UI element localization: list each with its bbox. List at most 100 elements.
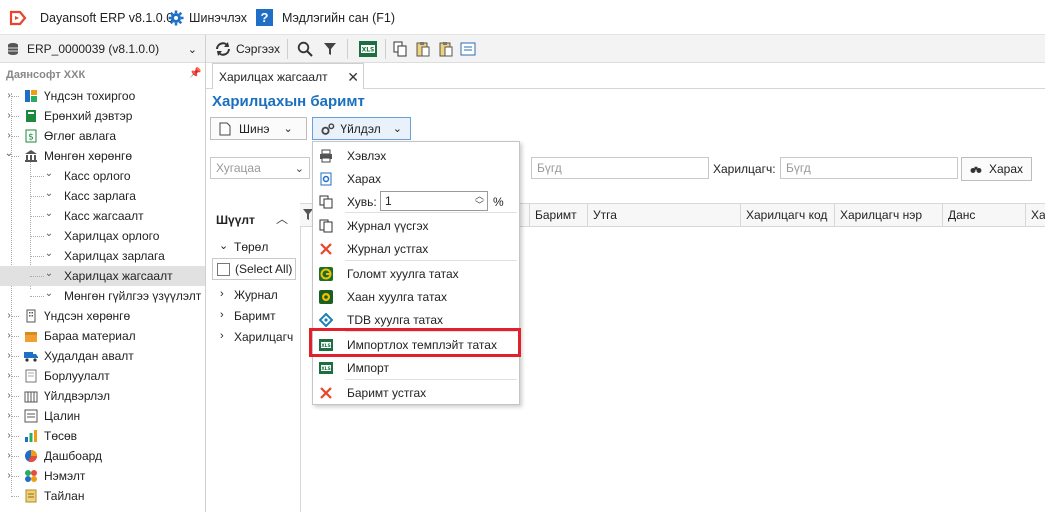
- sidebar-item[interactable]: ⌄ Харилцах зарлага: [0, 246, 205, 266]
- menu-item[interactable]: Журнал үүсгэх: [313, 215, 519, 237]
- menu-item[interactable]: Хэвлэх: [313, 145, 519, 167]
- menu-item-label: Баримт устгах: [347, 386, 427, 400]
- chevron-down-icon[interactable]: ⌄: [44, 248, 54, 259]
- svg-text:$: $: [28, 133, 34, 143]
- tab-bank-list[interactable]: Харилцах жагсаалт ✕: [212, 63, 364, 89]
- chevron-up-icon[interactable]: ︿: [276, 210, 288, 227]
- new-button[interactable]: Шинэ ⌄: [210, 117, 307, 140]
- select-all-option[interactable]: (Select All): [212, 258, 296, 280]
- chevron-down-icon[interactable]: ⌄: [44, 208, 54, 219]
- chevron-right-icon[interactable]: ›: [220, 288, 224, 300]
- settings-button[interactable]: Шинэчлэх: [168, 0, 247, 35]
- pie-icon: [24, 449, 38, 463]
- counterparty-input[interactable]: Бүгд: [780, 157, 958, 179]
- refresh-button[interactable]: Сэргээх: [213, 38, 281, 60]
- chevron-right-icon[interactable]: ›: [4, 110, 14, 121]
- sidebar-item[interactable]: › Худалдан авалт: [0, 346, 205, 366]
- checkbox[interactable]: [217, 262, 230, 276]
- sidebar-item[interactable]: ⌄ Харилцах жагсаалт: [0, 266, 205, 286]
- sidebar-item[interactable]: › Борлуулалт: [0, 366, 205, 386]
- golomt-icon: [319, 267, 333, 281]
- sidebar-item[interactable]: › Үйлдвэрлэл: [0, 386, 205, 406]
- action-button[interactable]: Үйлдэл ⌄: [312, 117, 411, 140]
- chevron-right-icon[interactable]: ›: [220, 330, 224, 342]
- sidebar-item[interactable]: ⌄ Мөнгөн гүйлгээ үзүүлэлт: [0, 286, 205, 306]
- chevron-right-icon[interactable]: ›: [4, 310, 14, 321]
- filter-group-label[interactable]: Журнал: [234, 288, 278, 302]
- action-menu: Хэвлэх Харах Хувь: 1 ︿ ﹀% Журнал үүсгэх Журнал …: [312, 141, 520, 405]
- chevron-down-icon[interactable]: ⌄: [44, 228, 54, 239]
- excel-export-button[interactable]: XLS: [357, 38, 379, 60]
- chevron-down-icon[interactable]: ⌄: [44, 268, 54, 279]
- chevron-right-icon[interactable]: ›: [4, 350, 14, 361]
- menu-item-label: Журнал устгах: [347, 242, 429, 256]
- grid-column-header[interactable]: Харилцагч код: [740, 204, 827, 226]
- period-input[interactable]: Хугацаа ⌄: [210, 157, 310, 179]
- spinner-icon[interactable]: ︿ ﹀: [475, 192, 484, 210]
- form-button[interactable]: [459, 38, 477, 60]
- factory-icon: [24, 389, 38, 403]
- filter-all-input[interactable]: Бүгд: [531, 157, 709, 179]
- view-label: Харах: [988, 162, 1023, 176]
- chevron-right-icon[interactable]: ›: [4, 330, 14, 341]
- bank-icon: [24, 149, 38, 163]
- database-select[interactable]: ERP_0000039 (v8.1.0.0) ⌄: [0, 35, 206, 63]
- menu-item[interactable]: Баримт устгах: [313, 382, 519, 404]
- document-icon: [24, 369, 38, 383]
- search-button[interactable]: [295, 38, 315, 60]
- chevron-down-icon[interactable]: ⌄: [44, 288, 54, 299]
- grid-column-header[interactable]: Баримт: [529, 204, 577, 226]
- sidebar-item[interactable]: › Дашбоард: [0, 446, 205, 466]
- chevron-right-icon[interactable]: ›: [4, 370, 14, 381]
- chevron-down-icon[interactable]: ⌄: [44, 168, 54, 179]
- chevron-down-icon[interactable]: ⌄: [44, 188, 54, 199]
- paste-special-button[interactable]: [437, 38, 455, 60]
- chevron-right-icon[interactable]: ›: [4, 390, 14, 401]
- filter-type-label[interactable]: Төрөл: [234, 240, 268, 254]
- filter-group-label[interactable]: Харилцагч: [234, 330, 293, 344]
- grid-column-header[interactable]: Ха: [1025, 204, 1045, 226]
- sidebar-item[interactable]: › Төсөв: [0, 426, 205, 446]
- chevron-right-icon[interactable]: ›: [4, 130, 14, 141]
- truck-icon: [24, 349, 38, 363]
- view-button[interactable]: Харах: [961, 157, 1032, 181]
- chevron-right-icon[interactable]: ›: [4, 410, 14, 421]
- grid-column-header[interactable]: Данс: [942, 204, 975, 226]
- chevron-right-icon[interactable]: ›: [4, 430, 14, 441]
- filter-group-label[interactable]: Баримт: [234, 309, 276, 323]
- percent-input[interactable]: 1 ︿ ﹀: [380, 191, 488, 211]
- sidebar-item[interactable]: Тайлан: [0, 486, 205, 506]
- menu-item[interactable]: XLS Импорт: [313, 357, 519, 379]
- sidebar-item[interactable]: › Үндсэн тохиргоо: [0, 86, 205, 106]
- grid-column-header[interactable]: Харилцагч нэр: [834, 204, 922, 226]
- chevron-right-icon[interactable]: ›: [4, 470, 14, 481]
- sidebar-item[interactable]: › Цалин: [0, 406, 205, 426]
- close-icon[interactable]: ✕: [347, 69, 359, 86]
- menu-item[interactable]: Голомт хуулга татах: [313, 263, 519, 285]
- paste-button[interactable]: [414, 38, 432, 60]
- sidebar-item[interactable]: ⌄ Касс зарлага: [0, 186, 205, 206]
- copy-button[interactable]: [391, 38, 409, 60]
- chevron-right-icon[interactable]: ›: [220, 309, 224, 321]
- chevron-right-icon[interactable]: ›: [4, 450, 14, 461]
- help-button[interactable]: ? Мэдлэгийн сан (F1): [256, 0, 395, 35]
- chevron-down-icon[interactable]: ⌄: [4, 148, 14, 159]
- sidebar-item[interactable]: › Бараа материал: [0, 326, 205, 346]
- pin-icon[interactable]: 📌: [189, 68, 201, 79]
- chevron-right-icon[interactable]: ›: [4, 90, 14, 101]
- filter-button[interactable]: [320, 38, 340, 60]
- sidebar-item[interactable]: › Нэмэлт: [0, 466, 205, 486]
- menu-item[interactable]: Хаан хуулга татах: [313, 286, 519, 308]
- menu-item[interactable]: Харах: [313, 168, 519, 190]
- sidebar-item[interactable]: ⌄ Касс орлого: [0, 166, 205, 186]
- database-icon: [8, 43, 18, 55]
- sidebar-item[interactable]: › Ерөнхий дэвтэр: [0, 106, 205, 126]
- sidebar-item[interactable]: ⌄ Касс жагсаалт: [0, 206, 205, 226]
- sidebar-item[interactable]: › $ Өглөг авлага: [0, 126, 205, 146]
- sidebar-item[interactable]: ⌄ Харилцах орлого: [0, 226, 205, 246]
- sidebar-item[interactable]: ⌄ Мөнгөн хөрөнгө: [0, 146, 205, 166]
- sidebar-item[interactable]: › Үндсэн хөрөнгө: [0, 306, 205, 326]
- menu-item[interactable]: Журнал устгах: [313, 238, 519, 260]
- grid-column-header[interactable]: Утга: [587, 204, 617, 226]
- menu-item[interactable]: Хувь: 1 ︿ ﹀%: [313, 191, 519, 213]
